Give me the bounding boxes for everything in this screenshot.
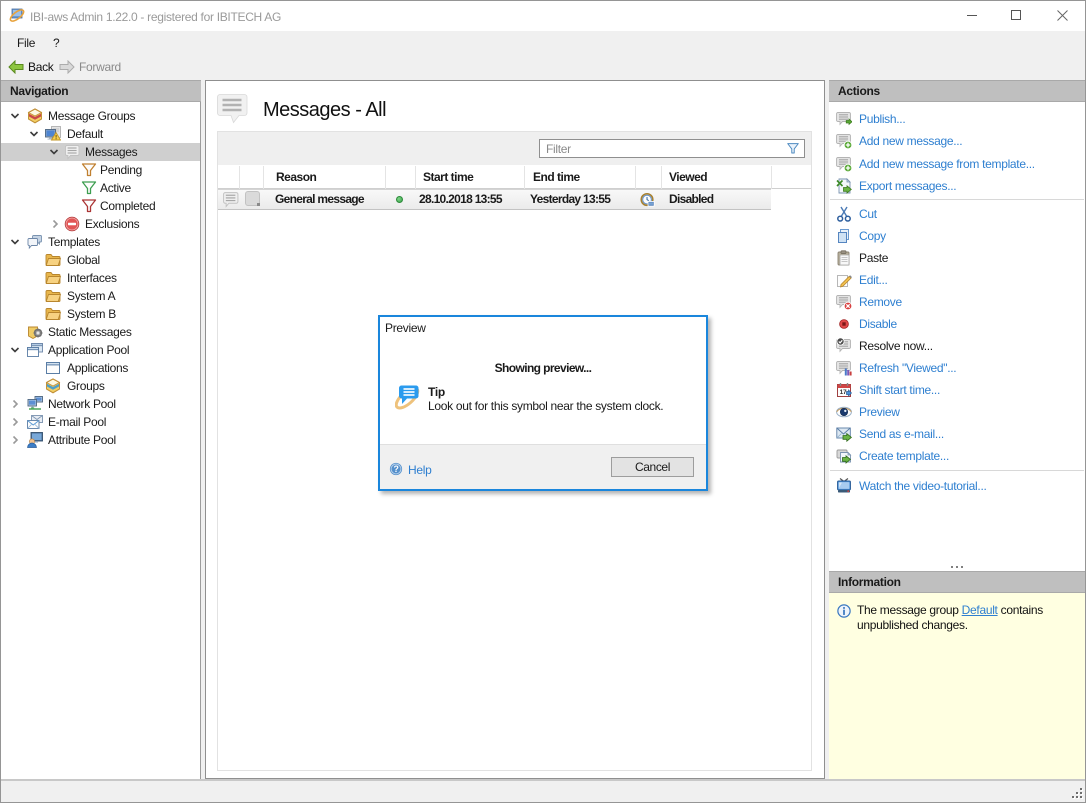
- svg-text:?: ?: [393, 464, 398, 474]
